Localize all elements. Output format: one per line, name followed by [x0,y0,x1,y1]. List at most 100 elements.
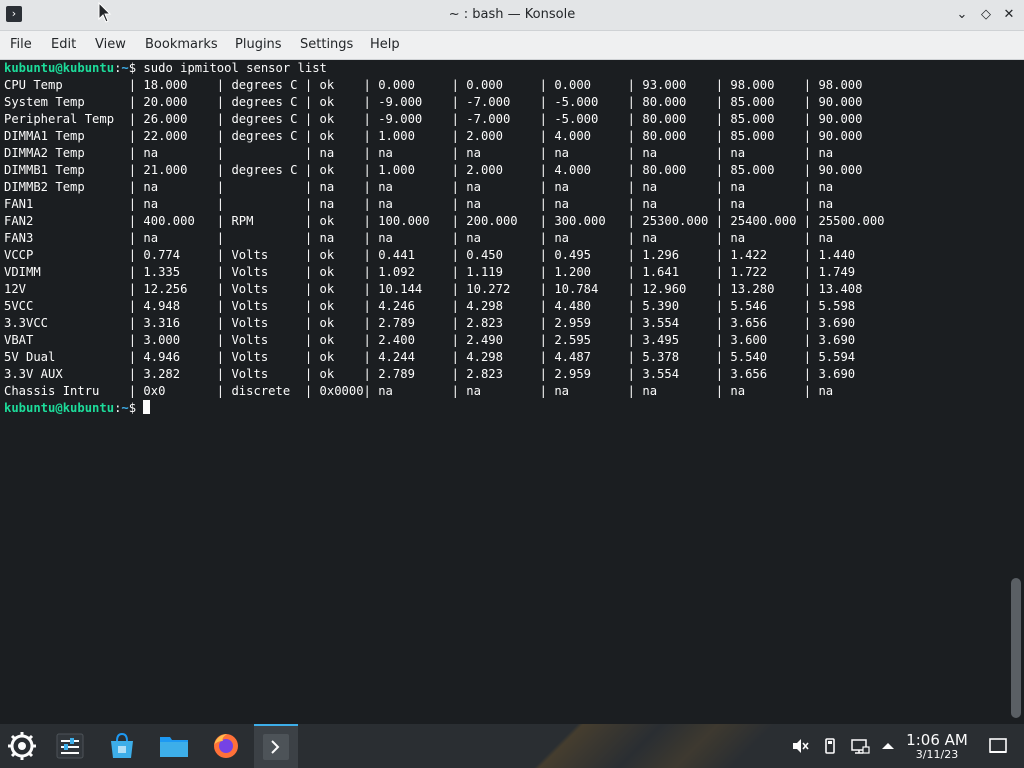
terminal-view[interactable]: kubuntu@kubuntu:~$ sudo ipmitool sensor … [0,60,1010,724]
sensor-cell-unr: 25500.000 [818,214,885,228]
column-separator: | [715,146,731,160]
sensor-cell-unr: 1.440 [818,248,856,262]
konsole-task-active[interactable] [254,724,298,768]
column-separator: | [539,146,555,160]
sensor-cell-name: 5V Dual [4,350,56,364]
column-separator: | [451,282,467,296]
sensor-cell-ucr: 5.540 [730,350,768,364]
column-separator: | [627,95,643,109]
sensor-cell-unc: 93.000 [642,78,687,92]
sensor-cell-lnc: 2.595 [554,333,591,347]
system-settings-icon[interactable] [48,726,92,766]
sensor-cell-units: degrees C [231,112,298,126]
column-separator: | [715,282,731,296]
column-separator: | [128,95,144,109]
sensor-cell-status: ok [319,265,335,279]
firefox-icon[interactable] [204,726,248,766]
sensor-cell-name: System Temp [4,95,85,109]
sensor-cell-unc: 3.554 [642,367,680,381]
sensor-cell-lcr: na [466,384,481,398]
column-separator: | [715,112,731,126]
sensor-cell-units: Volts [231,333,269,347]
column-separator: | [627,180,643,194]
sensor-cell-lcr: 4.298 [466,350,503,364]
sensor-cell-reading: 21.000 [143,163,188,177]
column-separator: | [451,197,467,211]
sensor-cell-lnr: 4.246 [378,299,415,313]
column-separator: | [451,350,467,364]
menu-view[interactable]: View [95,31,126,59]
window-titlebar[interactable]: › ~ : bash — Konsole ⌄ ◇ ✕ [0,0,1024,31]
removable-device-icon[interactable] [820,736,840,756]
sensor-cell-name: CPU Temp [4,78,63,92]
sensor-cell-unc: 3.495 [642,333,680,347]
column-separator: | [627,282,643,296]
tray-expand-icon[interactable] [878,736,898,756]
sensor-cell-lnr: na [378,146,393,160]
sensor-row: FAN3 | na | | na | na | na | na | na | na | na [4,231,833,245]
sensor-cell-lcr: 0.000 [466,78,503,92]
column-separator: | [539,78,555,92]
sensor-cell-reading: 26.000 [143,112,188,126]
clock-time[interactable]: 1:06 AM [900,731,974,749]
close-button[interactable]: ✕ [999,5,1019,25]
discover-store-icon[interactable] [100,726,144,766]
sensor-cell-name: DIMMB1 Temp [4,163,85,177]
column-separator: | [363,265,379,279]
sensor-cell-lcr: 1.119 [466,265,503,279]
column-separator: | [216,231,232,245]
column-separator: | [304,95,320,109]
column-separator: | [216,146,232,160]
entered-command: sudo ipmitool sensor list [136,61,327,75]
scrollbar-thumb[interactable] [1011,578,1021,718]
column-separator: | [363,197,379,211]
column-separator: | [627,316,643,330]
sensor-cell-units: degrees C [231,78,298,92]
sensor-cell-status: ok [319,316,335,330]
show-desktop-icon[interactable] [988,736,1008,756]
sensor-cell-lnc: na [554,384,569,398]
sensor-cell-units: RPM [231,214,254,228]
prompt-path: ~ [121,401,129,415]
sensor-cell-unr: 3.690 [818,316,856,330]
sensor-cell-lnr: 2.789 [378,367,415,381]
sensor-cell-unc: 80.000 [642,163,687,177]
window-title: ~ : bash — Konsole [448,7,576,22]
menu-bookmarks[interactable]: Bookmarks [145,31,218,59]
menu-settings[interactable]: Settings [300,31,353,59]
kde-app-launcher-icon[interactable] [0,726,44,766]
menu-plugins[interactable]: Plugins [235,31,282,59]
sensor-cell-status: ok [319,299,335,313]
sensor-cell-unc: 1.296 [642,248,680,262]
sensor-cell-unc: 80.000 [642,129,687,143]
column-separator: | [128,129,144,143]
column-separator: | [803,265,819,279]
minimize-button[interactable]: ⌄ [952,5,972,25]
column-separator: | [627,231,643,245]
column-separator: | [216,350,232,364]
sensor-cell-status: ok [319,248,335,262]
column-separator: | [627,265,643,279]
sensor-cell-lnc: na [554,231,569,245]
sensor-row: Chassis Intru | 0x0 | discrete | 0x0000| na… [4,384,833,398]
maximize-button[interactable]: ◇ [976,5,996,25]
sensor-cell-unr: 90.000 [818,112,863,126]
network-icon[interactable] [850,736,870,756]
menu-file[interactable]: File [10,31,32,59]
sensor-cell-lnr: 2.789 [378,316,415,330]
sensor-cell-units: degrees C [231,163,298,177]
column-separator: | [363,384,379,398]
menu-edit[interactable]: Edit [51,31,76,59]
menu-help[interactable]: Help [370,31,400,59]
column-separator: | [627,350,643,364]
column-separator: | [128,265,144,279]
column-separator: | [304,146,320,160]
sensor-cell-status: ok [319,163,335,177]
dolphin-files-icon[interactable] [152,726,196,766]
sensor-cell-lcr: 2.823 [466,367,503,381]
volume-muted-icon[interactable] [790,736,810,756]
column-separator: | [715,299,731,313]
column-separator: | [627,146,643,160]
sensor-cell-ucr: 3.656 [730,367,768,381]
clock-date[interactable]: 3/11/23 [900,748,974,761]
